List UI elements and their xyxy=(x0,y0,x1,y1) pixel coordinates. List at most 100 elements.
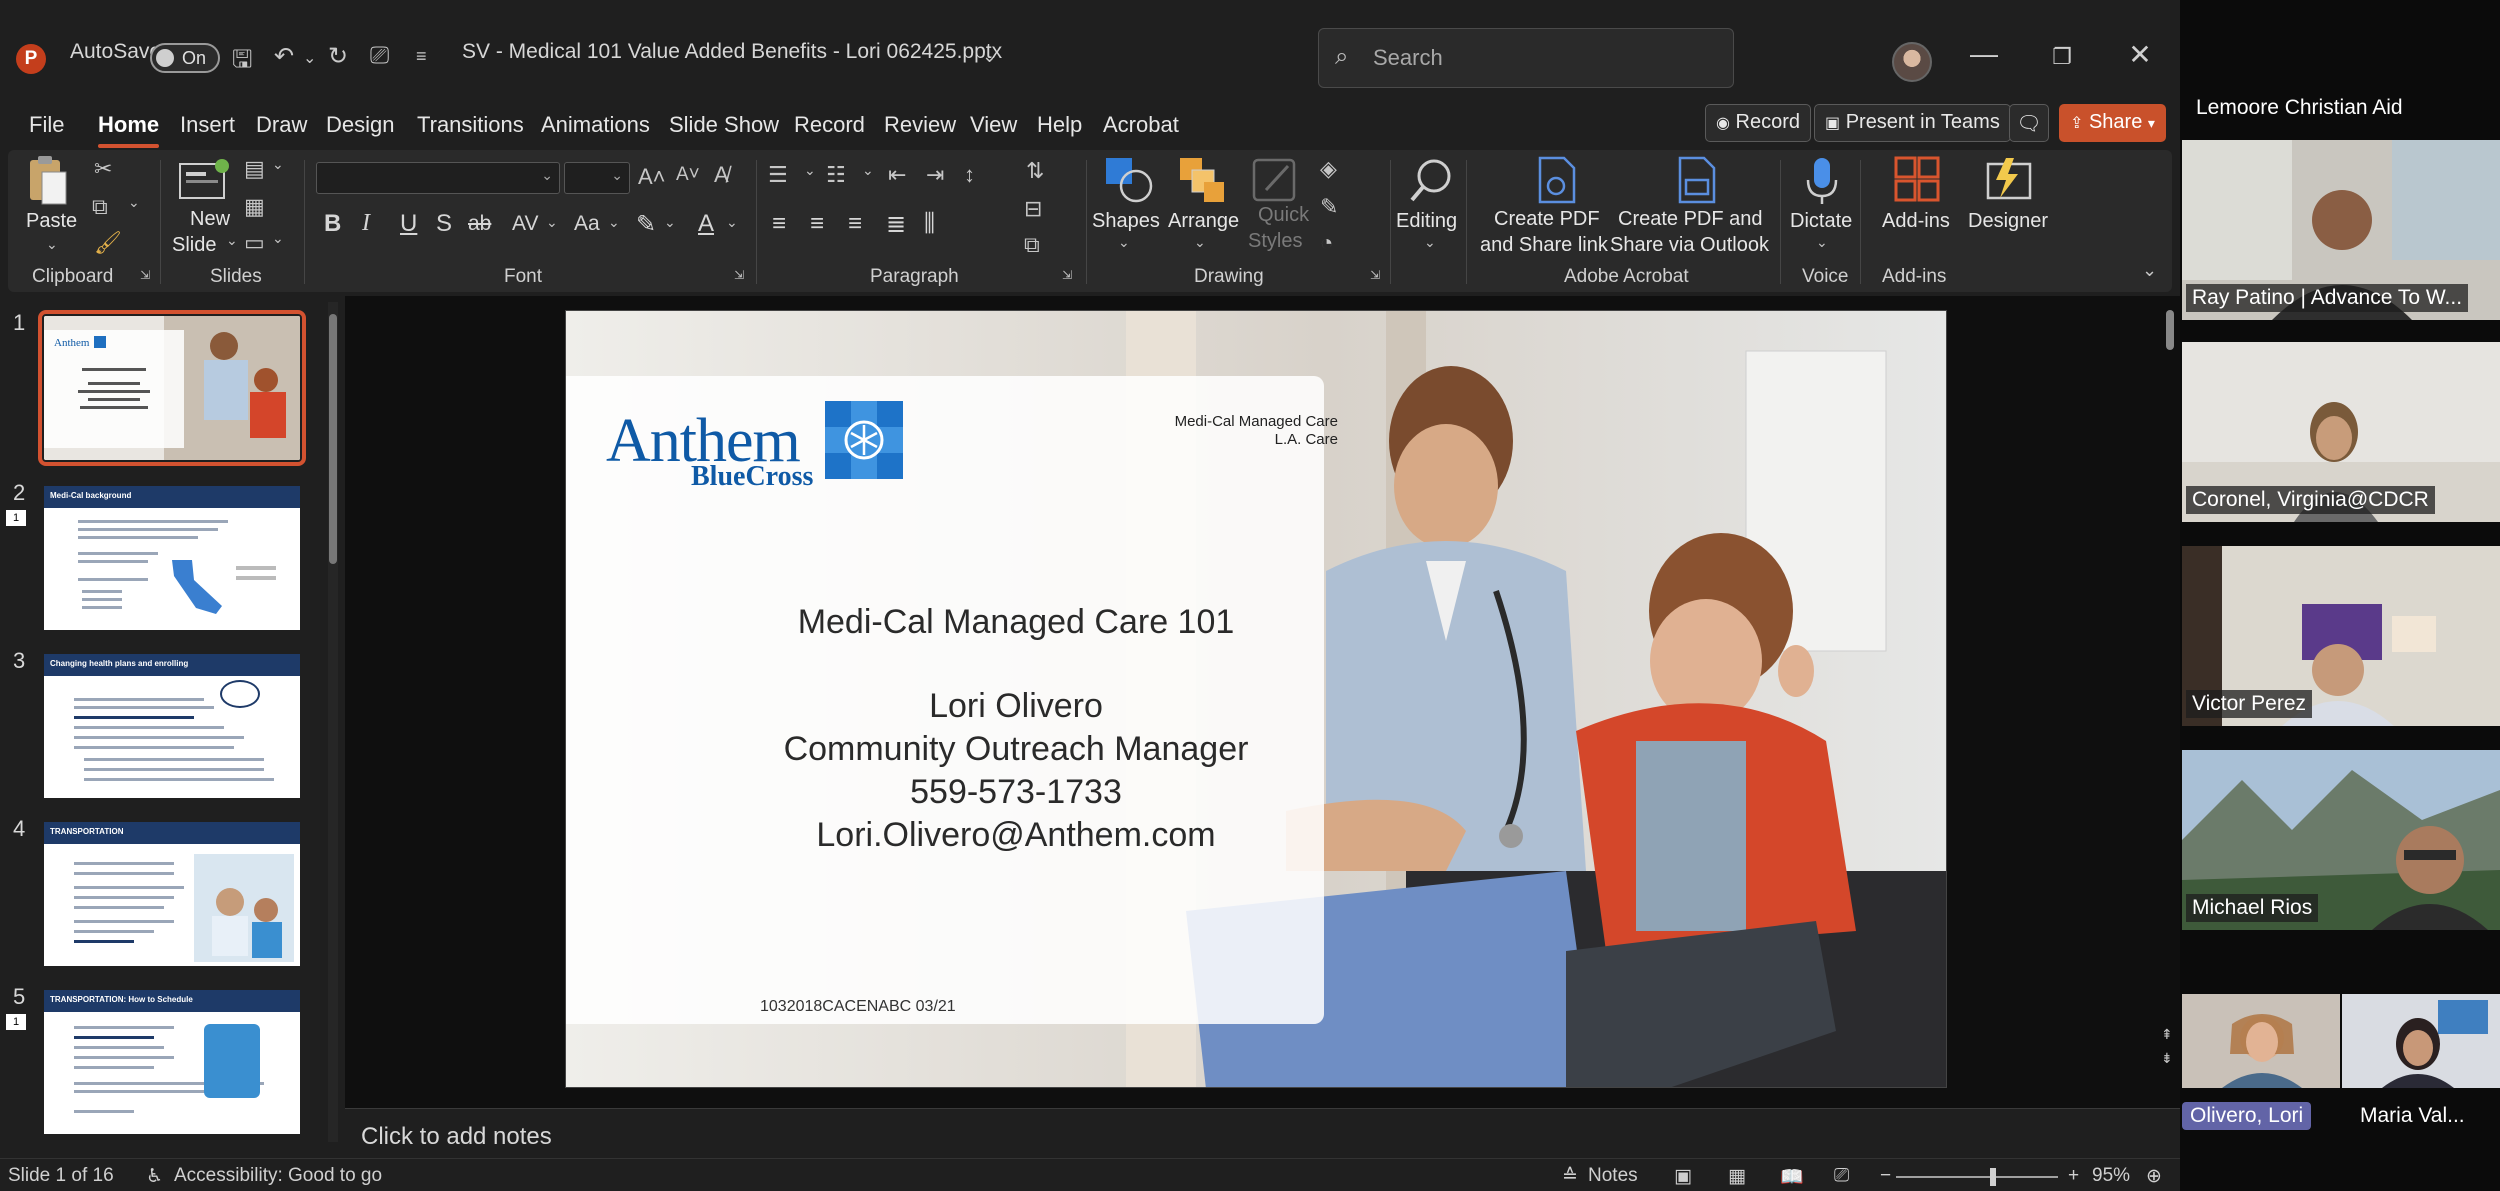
quick-styles-icon[interactable] xyxy=(1252,156,1302,206)
slideshow-view-icon[interactable]: ⎚ xyxy=(1834,1165,1849,1187)
layout-dropdown-icon[interactable]: ⌄ xyxy=(272,156,284,173)
increase-indent-icon[interactable]: ⇥ xyxy=(926,162,944,188)
tab-acrobat[interactable]: Acrobat xyxy=(1103,112,1179,138)
font-color-dropdown-icon[interactable]: ⌄ xyxy=(726,214,738,231)
strikethrough-icon[interactable]: ab xyxy=(468,212,491,236)
notes-toggle-label[interactable]: Notes xyxy=(1588,1165,1638,1187)
font-family-select[interactable]: ⌄ xyxy=(316,162,560,194)
layout-icon[interactable]: ▤ xyxy=(244,156,265,182)
thumbnails-scrollbar[interactable] xyxy=(328,302,338,1142)
next-slide-icon[interactable]: ⇟ xyxy=(2161,1050,2173,1067)
designer-icon[interactable] xyxy=(1984,156,2034,204)
slide-thumbnail-4[interactable]: TRANSPORTATION xyxy=(44,822,300,966)
paragraph-launcher-icon[interactable]: ⇲ xyxy=(1062,268,1072,282)
change-case-icon[interactable]: Aa xyxy=(574,212,600,236)
shapes-dropdown-icon[interactable]: ⌄ xyxy=(1118,234,1130,251)
paste-label[interactable]: Paste xyxy=(26,208,77,234)
slide-thumbnail-2[interactable]: Medi-Cal background xyxy=(44,486,300,630)
columns-icon[interactable]: ⫼ xyxy=(924,210,935,238)
decrease-indent-icon[interactable]: ⇤ xyxy=(888,162,906,188)
title-dropdown-icon[interactable]: ⌄ xyxy=(982,46,997,67)
shapes-icon[interactable] xyxy=(1104,156,1154,204)
shadow-icon[interactable]: S xyxy=(436,210,452,238)
minimize-icon[interactable]: — xyxy=(1964,38,2004,70)
present-in-teams-button[interactable]: ▣ Present in Teams xyxy=(1814,104,2011,142)
tab-draw[interactable]: Draw xyxy=(256,112,307,138)
case-dropdown-icon[interactable]: ⌄ xyxy=(608,214,620,231)
align-right-icon[interactable]: ≡ xyxy=(848,210,862,238)
font-color-icon[interactable]: A xyxy=(698,210,714,238)
participant-tile[interactable]: Coronel, Virginia@CDCR xyxy=(2182,342,2500,522)
create-pdf-outlook-label-1[interactable]: Create PDF and xyxy=(1618,206,1763,232)
section-icon[interactable]: ▭ xyxy=(244,230,265,256)
notes-pane[interactable]: Click to add notes xyxy=(345,1108,2180,1158)
zoom-slider-handle[interactable] xyxy=(1990,1168,1996,1186)
tab-slide-show[interactable]: Slide Show xyxy=(669,112,779,138)
pdf-share-link-icon[interactable] xyxy=(1534,156,1578,204)
slide-thumbnail-3[interactable]: Changing health plans and enrolling xyxy=(44,654,300,798)
shape-fill-icon[interactable]: ◈ xyxy=(1320,156,1337,182)
text-direction-icon[interactable]: ⇅ xyxy=(1026,158,1044,184)
font-size-select[interactable]: ⌄ xyxy=(564,162,630,194)
notes-toggle-icon[interactable]: ≙ xyxy=(1562,1165,1578,1188)
redo-icon[interactable]: ↻ xyxy=(328,42,348,71)
tab-file[interactable]: File xyxy=(29,112,64,138)
decrease-font-icon[interactable]: A˅ xyxy=(676,164,700,186)
comment-icon[interactable]: 1 xyxy=(6,510,26,526)
tab-insert[interactable]: Insert xyxy=(180,112,235,138)
editing-dropdown-icon[interactable]: ⌄ xyxy=(1424,234,1436,251)
dictate-label[interactable]: Dictate xyxy=(1790,208,1852,234)
tab-home[interactable]: Home xyxy=(98,112,160,148)
zoom-in-icon[interactable]: + xyxy=(2068,1165,2079,1187)
tab-transitions[interactable]: Transitions xyxy=(417,112,524,138)
search-input[interactable] xyxy=(1373,43,1713,73)
save-icon[interactable]: 🖫 xyxy=(232,42,252,83)
editing-label[interactable]: Editing xyxy=(1396,208,1457,234)
bold-icon[interactable]: B xyxy=(324,210,341,238)
accessibility-icon[interactable]: ♿ xyxy=(146,1165,163,1188)
align-left-icon[interactable]: ≡ xyxy=(772,210,786,238)
slide-thumbnail-1[interactable]: Anthem xyxy=(38,310,306,466)
restore-icon[interactable]: ❐ xyxy=(2042,44,2082,70)
reading-view-icon[interactable]: 📖 xyxy=(1780,1165,1804,1189)
slide-thumbnail-5[interactable]: TRANSPORTATION: How to Schedule xyxy=(44,990,300,1134)
normal-view-icon[interactable]: ▣ xyxy=(1674,1165,1692,1188)
align-center-icon[interactable]: ≡ xyxy=(810,210,824,238)
share-button[interactable]: ⇪ Share ▾ xyxy=(2059,104,2166,142)
participant-tile[interactable]: Michael Rios xyxy=(2182,750,2500,930)
participant-tile[interactable]: Ray Patino | Advance To W... xyxy=(2182,140,2500,320)
participant-tile[interactable] xyxy=(2182,994,2340,1088)
highlight-dropdown-icon[interactable]: ⌄ xyxy=(664,214,676,231)
highlight-icon[interactable]: ✎ xyxy=(636,210,656,239)
tab-record[interactable]: Record xyxy=(794,112,865,138)
record-button[interactable]: ◉ Record xyxy=(1705,104,1812,142)
accessibility-status[interactable]: Accessibility: Good to go xyxy=(174,1165,382,1187)
fit-to-window-icon[interactable]: ⊕ xyxy=(2146,1165,2162,1188)
arrange-dropdown-icon[interactable]: ⌄ xyxy=(1194,234,1206,251)
file-title[interactable]: SV - Medical 101 Value Added Benefits - … xyxy=(462,40,1002,64)
tab-view[interactable]: View xyxy=(970,112,1017,138)
comments-button[interactable]: 🗨 xyxy=(2009,104,2049,142)
line-spacing-icon[interactable]: ↕ xyxy=(964,162,975,188)
shape-outline-icon[interactable]: ✎ xyxy=(1320,194,1338,220)
paste-icon[interactable] xyxy=(26,154,70,208)
slide-sorter-icon[interactable]: ▦ xyxy=(1728,1165,1746,1188)
numbering-icon[interactable]: ☷ xyxy=(826,162,846,188)
bullets-dropdown-icon[interactable]: ⌄ xyxy=(804,162,816,179)
customize-toolbar-icon[interactable]: ≡ xyxy=(416,46,427,67)
numbering-dropdown-icon[interactable]: ⌄ xyxy=(862,162,874,179)
create-pdf-outlook-label-2[interactable]: Share via Outlook xyxy=(1610,232,1769,258)
add-ins-label[interactable]: Add-ins xyxy=(1882,208,1950,234)
smartart-icon[interactable]: ⧉ xyxy=(1024,232,1040,258)
undo-icon[interactable]: ↶ xyxy=(274,42,294,71)
present-icon[interactable]: ⎚ xyxy=(370,42,389,70)
format-painter-icon[interactable]: 🖌 xyxy=(94,230,122,256)
quick-styles-label-2[interactable]: Styles xyxy=(1248,228,1302,254)
notes-placeholder[interactable]: Click to add notes xyxy=(361,1123,552,1151)
copy-icon[interactable]: ⧉ xyxy=(92,194,108,220)
tab-help[interactable]: Help xyxy=(1037,112,1082,138)
scroll-handle[interactable] xyxy=(2166,310,2174,350)
quick-styles-label-1[interactable]: Quick xyxy=(1258,202,1309,228)
zoom-slider[interactable] xyxy=(1896,1168,2058,1186)
close-icon[interactable]: ✕ xyxy=(2120,38,2160,71)
